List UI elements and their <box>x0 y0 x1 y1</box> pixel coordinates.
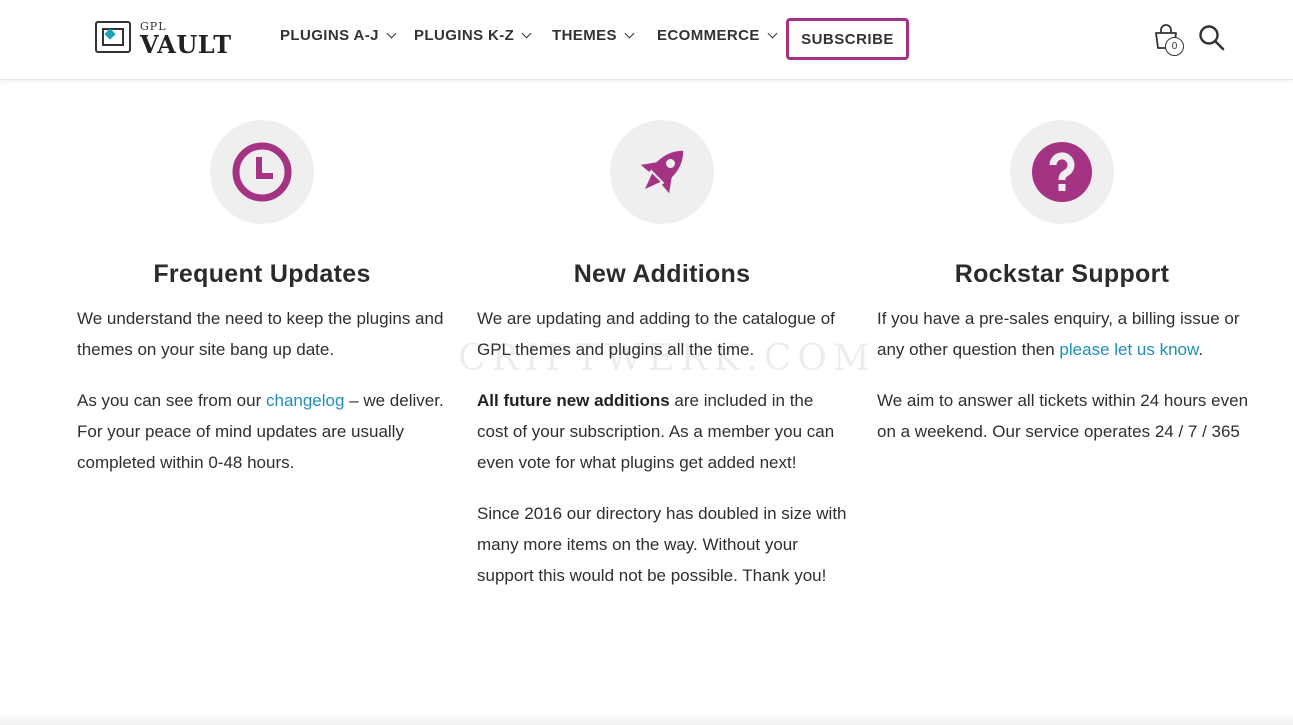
paragraph: If you have a pre-sales enquiry, a billi… <box>877 309 1240 359</box>
gpl-vault-logo[interactable]: GPL VAULT <box>95 18 235 59</box>
clock-icon <box>232 142 292 202</box>
nav-label: ECOMMERCE <box>657 27 760 44</box>
chevron-down-icon <box>767 28 778 39</box>
contact-link[interactable]: please let us know <box>1059 340 1198 359</box>
paragraph: As you can see from our changelog – we d… <box>77 391 444 472</box>
feature-body-support: If you have a pre-sales enquiry, a billi… <box>877 303 1249 467</box>
nav-label: THEMES <box>552 27 617 44</box>
paragraph: All future new additions are included in… <box>477 391 835 472</box>
feature-body-updates: We understand the need to keep the plugi… <box>77 303 449 498</box>
changelog-link[interactable]: changelog <box>266 391 344 410</box>
paragraph: We understand the need to keep the plugi… <box>77 309 444 359</box>
subscribe-button[interactable]: SUBSCRIBE <box>786 18 909 60</box>
feature-title-additions: New Additions <box>573 260 751 288</box>
question-icon <box>1032 142 1092 202</box>
feature-body-additions: We are updating and adding to the catalo… <box>477 303 849 611</box>
vault-logo-icon <box>95 21 131 53</box>
nav-label: PLUGINS K-Z <box>414 27 515 44</box>
chevron-down-icon <box>521 28 532 39</box>
rocket-icon <box>640 150 684 194</box>
footer-edge <box>0 712 1293 725</box>
paragraph: We aim to answer all tickets within 24 h… <box>877 391 1249 441</box>
nav-item-themes[interactable]: THEMES <box>552 27 635 44</box>
nav-label: PLUGINS A-J <box>280 27 379 44</box>
feature-icon-updates <box>210 120 314 224</box>
feature-title-updates: Frequent Updates <box>153 260 371 288</box>
cart-count-badge: 0 <box>1165 37 1184 56</box>
nav-item-plugins-k-z[interactable]: PLUGINS K-Z <box>414 27 532 44</box>
search-button[interactable] <box>1198 24 1226 52</box>
cart-button[interactable]: 0 <box>1153 23 1187 57</box>
nav-item-ecommerce[interactable]: ECOMMERCE <box>657 27 778 44</box>
feature-icon-additions <box>610 120 714 224</box>
feature-icon-support <box>1010 120 1114 224</box>
nav-item-plugins-a-j[interactable]: PLUGINS A-J <box>280 27 397 44</box>
site-header: GPL VAULT PLUGINS A-J PLUGINS K-Z THEMES… <box>0 0 1293 80</box>
paragraph: We are updating and adding to the catalo… <box>477 309 835 359</box>
search-icon <box>1199 25 1225 51</box>
logo-main-text: VAULT <box>140 30 232 59</box>
paragraph: Since 2016 our directory has doubled in … <box>477 504 847 585</box>
chevron-down-icon <box>386 28 397 39</box>
chevron-down-icon <box>624 28 635 39</box>
feature-title-support: Rockstar Support <box>954 260 1170 288</box>
